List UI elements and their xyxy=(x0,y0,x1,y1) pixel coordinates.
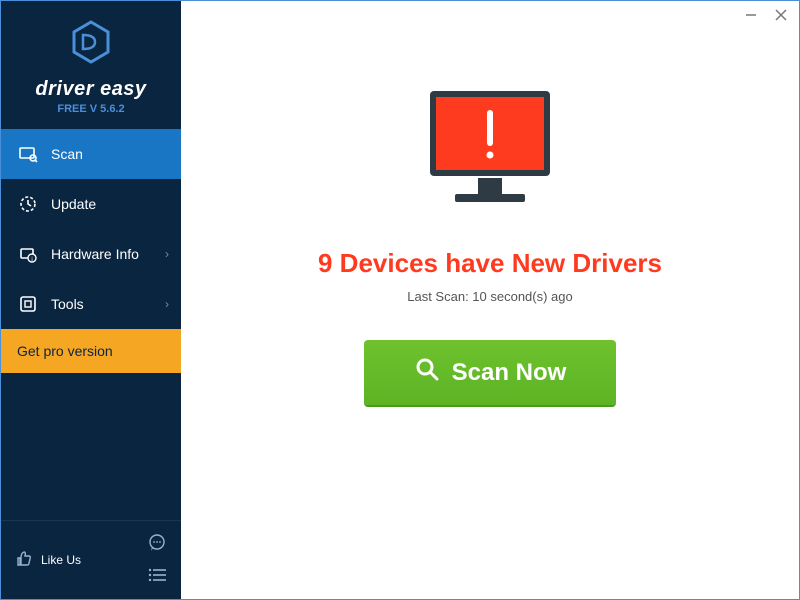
alert-monitor-icon xyxy=(415,81,565,226)
window-controls xyxy=(743,7,789,23)
bottom-bar: Like Us xyxy=(1,520,181,599)
sidebar-item-label: Tools xyxy=(51,296,84,312)
sidebar-item-hardware-info[interactable]: i Hardware Info › xyxy=(1,229,181,279)
svg-text:i: i xyxy=(31,257,32,263)
headline: 9 Devices have New Drivers xyxy=(318,248,662,279)
get-pro-button[interactable]: Get pro version xyxy=(1,329,181,373)
like-us-button[interactable]: Like Us xyxy=(15,550,81,571)
brand-name: driver easy xyxy=(13,78,169,101)
scan-icon xyxy=(17,143,39,165)
tools-icon xyxy=(17,293,39,315)
feedback-icon[interactable] xyxy=(147,533,167,558)
last-scan-label: Last Scan: 10 second(s) ago xyxy=(407,289,573,304)
sidebar-item-scan[interactable]: Scan xyxy=(1,129,181,179)
sidebar-item-tools[interactable]: Tools › xyxy=(1,279,181,329)
like-us-label: Like Us xyxy=(41,553,81,567)
logo-icon xyxy=(13,19,169,70)
scan-button-label: Scan Now xyxy=(452,359,567,387)
nav: Scan Update i Hardware Info › Tools xyxy=(1,129,181,520)
thumbs-up-icon xyxy=(15,550,33,571)
sidebar-item-update[interactable]: Update xyxy=(1,179,181,229)
sidebar-item-label: Scan xyxy=(51,146,83,162)
close-button[interactable] xyxy=(773,7,789,23)
version-label: FREE V 5.6.2 xyxy=(13,103,169,115)
sidebar-item-label: Update xyxy=(51,196,96,212)
main-panel: 9 Devices have New Drivers Last Scan: 10… xyxy=(181,1,799,599)
hardware-info-icon: i xyxy=(17,243,39,265)
app-window: driver easy FREE V 5.6.2 Scan Update i xyxy=(0,0,800,600)
sidebar-item-label: Hardware Info xyxy=(51,246,139,262)
menu-icon[interactable] xyxy=(147,568,167,587)
bottom-icons xyxy=(147,533,167,587)
chevron-right-icon: › xyxy=(165,247,169,261)
chevron-right-icon: › xyxy=(165,297,169,311)
search-icon xyxy=(414,356,440,389)
minimize-button[interactable] xyxy=(743,7,759,23)
logo-area: driver easy FREE V 5.6.2 xyxy=(1,1,181,129)
update-icon xyxy=(17,193,39,215)
get-pro-label: Get pro version xyxy=(17,343,113,359)
sidebar: driver easy FREE V 5.6.2 Scan Update i xyxy=(1,1,181,599)
scan-now-button[interactable]: Scan Now xyxy=(364,340,617,405)
